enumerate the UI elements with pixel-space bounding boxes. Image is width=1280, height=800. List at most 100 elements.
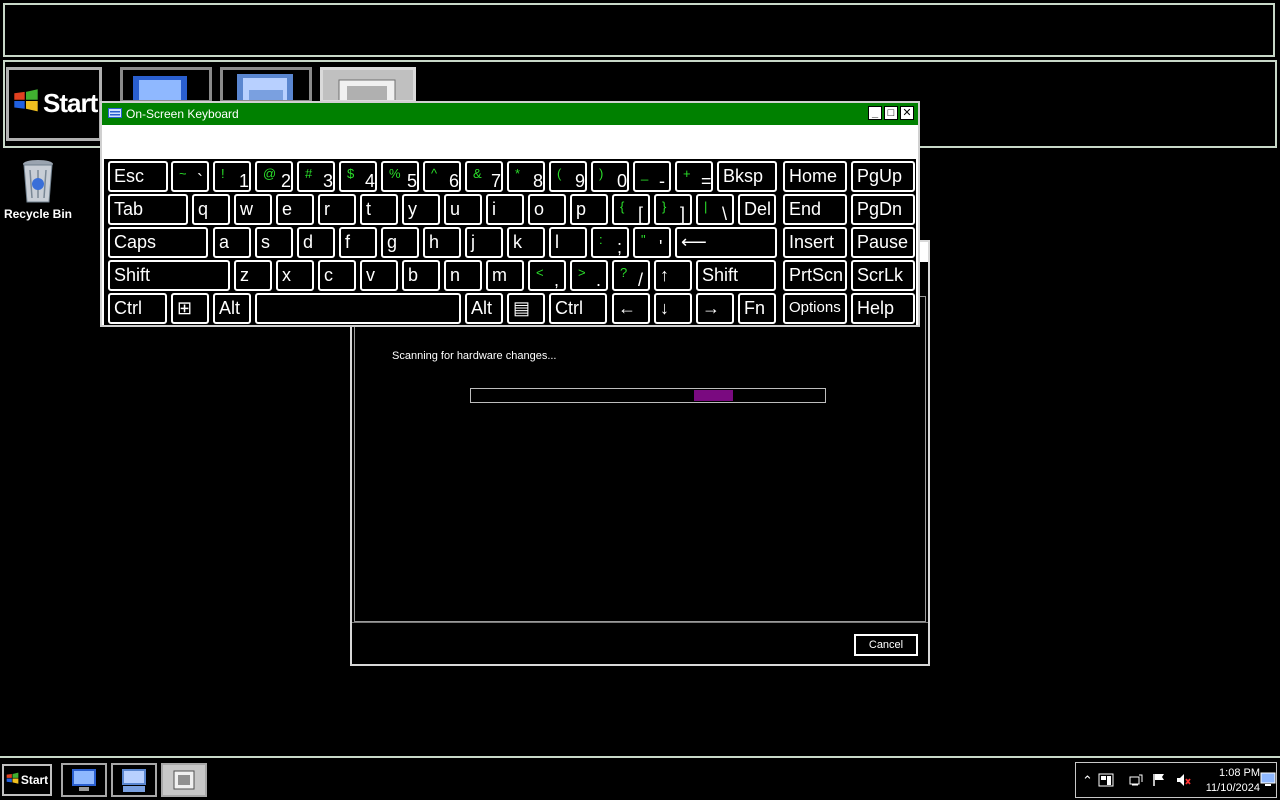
key-e[interactable]: e bbox=[276, 194, 314, 225]
key-q[interactable]: q bbox=[192, 194, 230, 225]
key-home[interactable]: Home bbox=[783, 161, 847, 192]
clock[interactable]: 1:08 PM 11/10/2024 bbox=[1196, 766, 1260, 796]
key-period[interactable]: >. bbox=[570, 260, 608, 291]
key-backtick[interactable]: ~ ` bbox=[171, 161, 209, 192]
key-esc[interactable]: Esc bbox=[108, 161, 168, 192]
key-semicolon[interactable]: :; bbox=[591, 227, 629, 258]
action-center-icon[interactable] bbox=[1098, 773, 1114, 790]
show-desktop-icon[interactable] bbox=[1260, 771, 1276, 790]
key-7[interactable]: & 7 bbox=[465, 161, 503, 192]
maximize-button[interactable]: □ bbox=[884, 106, 898, 120]
key-scrlk[interactable]: ScrLk bbox=[851, 260, 915, 291]
key-del[interactable]: Del bbox=[738, 194, 776, 225]
key-9[interactable]: (9 bbox=[549, 161, 587, 192]
key-backslash[interactable]: | \ bbox=[696, 194, 734, 225]
taskbar-button-device-manager[interactable] bbox=[161, 763, 207, 797]
key-pgdn[interactable]: PgDn bbox=[851, 194, 915, 225]
key-j[interactable]: j bbox=[465, 227, 503, 258]
key-0[interactable]: ) 0 bbox=[591, 161, 629, 192]
key-menu[interactable]: ▤ bbox=[507, 293, 545, 324]
key-r[interactable]: r bbox=[318, 194, 356, 225]
key-4[interactable]: $4 bbox=[339, 161, 377, 192]
key-o[interactable]: o bbox=[528, 194, 566, 225]
key-lalt[interactable]: Alt bbox=[213, 293, 251, 324]
key-d[interactable]: d bbox=[297, 227, 335, 258]
key-end[interactable]: End bbox=[783, 194, 847, 225]
key-m[interactable]: m bbox=[486, 260, 524, 291]
minimize-button[interactable]: _ bbox=[868, 106, 882, 120]
key-z[interactable]: z bbox=[234, 260, 272, 291]
key-i[interactable]: i bbox=[486, 194, 524, 225]
key-tab[interactable]: Tab bbox=[108, 194, 188, 225]
start-button[interactable]: Start bbox=[2, 764, 52, 796]
key-h[interactable]: h bbox=[423, 227, 461, 258]
key-a[interactable]: a bbox=[213, 227, 251, 258]
cancel-button[interactable]: Cancel bbox=[854, 634, 918, 656]
volume-muted-icon[interactable] bbox=[1176, 773, 1192, 790]
key-caps[interactable]: Caps bbox=[108, 227, 208, 258]
key-win[interactable]: ⊞ bbox=[171, 293, 209, 324]
chevron-up-icon[interactable]: ⌃ bbox=[1082, 773, 1093, 789]
key-lctrl[interactable]: Ctrl bbox=[108, 293, 167, 324]
key-t[interactable]: t bbox=[360, 194, 398, 225]
key-down[interactable]: ↓ bbox=[654, 293, 692, 324]
key-g[interactable]: g bbox=[381, 227, 419, 258]
magnified-taskbar-button-2[interactable] bbox=[220, 67, 312, 103]
key-left[interactable]: ← bbox=[612, 293, 650, 324]
key-3[interactable]: #3 bbox=[297, 161, 335, 192]
flag-icon[interactable] bbox=[1152, 773, 1166, 790]
key-enter[interactable]: ⟵ bbox=[675, 227, 777, 258]
close-button[interactable]: ✕ bbox=[900, 106, 914, 120]
key-y[interactable]: y bbox=[402, 194, 440, 225]
key-l[interactable]: l bbox=[549, 227, 587, 258]
magnified-taskbar-button-1[interactable] bbox=[120, 67, 212, 103]
key-s[interactable]: s bbox=[255, 227, 293, 258]
key-help[interactable]: Help bbox=[851, 293, 915, 324]
key-bksp[interactable]: Bksp bbox=[717, 161, 777, 192]
key-u[interactable]: u bbox=[444, 194, 482, 225]
key-2[interactable]: @2 bbox=[255, 161, 293, 192]
key-right[interactable]: → bbox=[696, 293, 734, 324]
key-n[interactable]: n bbox=[444, 260, 482, 291]
key-8[interactable]: * 8 bbox=[507, 161, 545, 192]
key-p[interactable]: p bbox=[570, 194, 608, 225]
magnified-taskbar-button-3[interactable] bbox=[320, 67, 416, 103]
key-quote[interactable]: " ' bbox=[633, 227, 671, 258]
key-f[interactable]: f bbox=[339, 227, 377, 258]
key-shift-legend: # bbox=[305, 166, 313, 181]
key-comma[interactable]: <, bbox=[528, 260, 566, 291]
key-lshift[interactable]: Shift bbox=[108, 260, 230, 291]
key-fn[interactable]: Fn bbox=[738, 293, 776, 324]
key-v[interactable]: v bbox=[360, 260, 398, 291]
key-x[interactable]: x bbox=[276, 260, 314, 291]
key-lbracket[interactable]: {[ bbox=[612, 194, 650, 225]
key-minus[interactable]: _ - bbox=[633, 161, 671, 192]
key-slash[interactable]: ? / bbox=[612, 260, 650, 291]
key-prtscn[interactable]: PrtScn bbox=[783, 260, 847, 291]
key-b[interactable]: b bbox=[402, 260, 440, 291]
key-rbracket[interactable]: }] bbox=[654, 194, 692, 225]
osk-titlebar[interactable]: On-Screen Keyboard _ □ ✕ bbox=[102, 103, 918, 125]
key-insert[interactable]: Insert bbox=[783, 227, 847, 258]
key-up[interactable]: ↑ bbox=[654, 260, 692, 291]
key-pgup[interactable]: PgUp bbox=[851, 161, 915, 192]
key-rshift[interactable]: Shift bbox=[696, 260, 776, 291]
key-w[interactable]: w bbox=[234, 194, 272, 225]
key-options[interactable]: Options bbox=[783, 293, 847, 324]
key-k[interactable]: k bbox=[507, 227, 545, 258]
key-5[interactable]: % 5 bbox=[381, 161, 419, 192]
key-pause[interactable]: Pause bbox=[851, 227, 915, 258]
network-icon[interactable] bbox=[1128, 773, 1144, 790]
magnified-start-button[interactable]: Start bbox=[6, 67, 102, 141]
key-6[interactable]: ^ 6 bbox=[423, 161, 461, 192]
key-rctrl[interactable]: Ctrl bbox=[549, 293, 607, 324]
key-equals[interactable]: + = bbox=[675, 161, 713, 192]
key-1[interactable]: ! 1 bbox=[213, 161, 251, 192]
key-space[interactable] bbox=[255, 293, 461, 324]
key-ralt[interactable]: Alt bbox=[465, 293, 503, 324]
taskbar-button-osk[interactable] bbox=[111, 763, 157, 797]
key-c[interactable]: c bbox=[318, 260, 356, 291]
recycle-bin[interactable]: Recycle Bin bbox=[0, 158, 76, 221]
taskbar-button-computer[interactable] bbox=[61, 763, 107, 797]
key-legend: Shift bbox=[702, 265, 739, 285]
